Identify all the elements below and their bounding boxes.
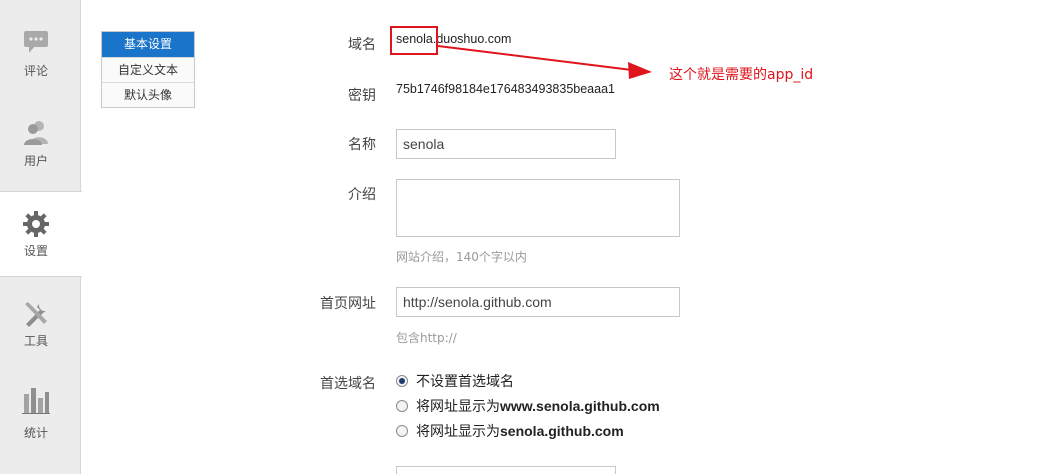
secret-value: 75b1746f98184e176483493835beaaa1 — [396, 82, 615, 96]
users-icon — [24, 121, 48, 145]
sidebar-item-label: 用户 — [23, 154, 48, 168]
radio-button[interactable] — [396, 400, 408, 412]
name-input[interactable] — [396, 129, 616, 159]
radio-button[interactable] — [396, 425, 408, 437]
homepage-input[interactable] — [396, 287, 680, 317]
subtab-default-avatar[interactable]: 默认头像 — [102, 82, 194, 107]
preferred-domain-label: 首选域名 — [320, 376, 376, 392]
intro-hint: 网站介绍，140个字以内 — [396, 250, 527, 264]
domain-label: 域名 — [348, 37, 376, 53]
tools-icon — [25, 302, 47, 327]
intro-textarea[interactable] — [396, 179, 680, 237]
homepage-label: 首页网址 — [320, 296, 376, 312]
annotation-text: 这个就是需要的app_id — [669, 67, 814, 83]
sidebar-item-label: 工具 — [23, 334, 48, 348]
option-text: 将网址显示为senola.github.com — [416, 423, 624, 440]
secret-label: 密钥 — [348, 88, 376, 104]
option-text: 不设置首选域名 — [416, 374, 514, 390]
name-label: 名称 — [348, 137, 376, 153]
preferred-domain-option-bare[interactable]: 将网址显示为senola.github.com — [396, 421, 624, 441]
sidebar: 评论 用户 设置 工具 统计 — [0, 0, 82, 474]
comment-icon — [24, 31, 48, 53]
intro-label: 介绍 — [348, 187, 376, 203]
preferred-domain-option-www[interactable]: 将网址显示为www.senola.github.com — [396, 396, 660, 416]
radio-button[interactable] — [396, 375, 408, 387]
sidebar-item-label: 统计 — [23, 426, 48, 440]
sidebar-item-users[interactable]: 用户 — [0, 90, 81, 176]
sidebar-item-label: 设置 — [23, 244, 48, 258]
stats-icon — [22, 388, 50, 414]
sidebar-item-settings[interactable]: 设置 — [0, 191, 82, 277]
domain-suffix: .duoshuo.com — [432, 32, 512, 46]
gear-icon — [23, 211, 49, 237]
subtab-custom-text[interactable]: 自定义文本 — [102, 57, 194, 82]
sidebar-item-tools[interactable]: 工具 — [0, 278, 81, 364]
settings-subtabs: 基本设置 自定义文本 默认头像 — [101, 31, 195, 108]
preferred-domain-option-none[interactable]: 不设置首选域名 — [396, 371, 514, 391]
next-field-input[interactable] — [396, 466, 616, 474]
sidebar-item-label: 评论 — [23, 64, 48, 78]
sidebar-item-comments[interactable]: 评论 — [0, 0, 81, 86]
annotation-highlight-box — [390, 26, 438, 55]
sidebar-item-stats[interactable]: 统计 — [0, 370, 81, 456]
homepage-hint: 包含http:// — [396, 331, 457, 345]
subtab-basic-settings[interactable]: 基本设置 — [102, 32, 194, 57]
option-text: 将网址显示为www.senola.github.com — [416, 398, 660, 415]
